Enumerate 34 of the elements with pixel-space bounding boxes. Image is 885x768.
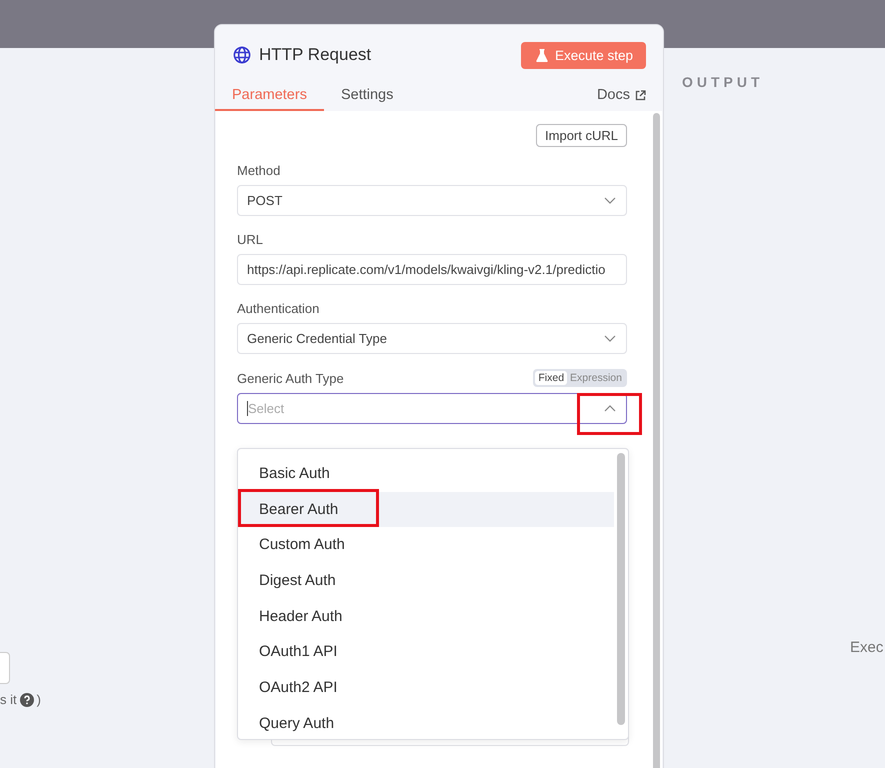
scrollbar[interactable] [653, 113, 660, 768]
field-label: Method [237, 163, 282, 178]
field-label: URL [237, 232, 264, 247]
mode-toggle[interactable]: Fixed Expression [533, 369, 627, 387]
panel-title: HTTP Request [259, 45, 372, 65]
field-label: Generic Auth Type [237, 370, 344, 386]
chevron-up-icon [604, 405, 616, 412]
dropdown-option[interactable]: Basic Auth [238, 456, 614, 492]
field-label: Authentication [237, 301, 320, 316]
hint-text: ) [36, 692, 41, 707]
external-link-icon [635, 90, 646, 100]
output-heading: OUTPUT [682, 74, 764, 90]
url-input[interactable]: https://api.replicate.com/v1/models/kwaivgi/kling-v2.1/predictio [237, 254, 627, 285]
dropdown-option[interactable]: Query Auth [238, 706, 614, 742]
help-icon[interactable] [20, 692, 34, 706]
docs-link[interactable]: Docs [596, 87, 646, 111]
mode-option[interactable]: Fixed [535, 371, 568, 385]
dropdown-option[interactable]: Digest Auth [238, 563, 614, 599]
dropdown-option[interactable]: Custom Auth [238, 527, 614, 564]
scrollbar[interactable] [617, 453, 625, 725]
tab[interactable]: Settings [324, 87, 410, 111]
chevron-down-icon [604, 335, 616, 342]
chevron-down-icon [604, 197, 616, 204]
select-field[interactable]: Generic Credential Type [237, 323, 627, 354]
select-field[interactable]: POST [237, 185, 627, 216]
dropdown-option[interactable]: OAuth2 API [238, 670, 614, 706]
execute-hint: Exec [850, 639, 884, 656]
globe-icon [233, 46, 251, 64]
dropdown-option[interactable]: OAuth1 API [238, 634, 614, 670]
dropdown-option[interactable]: Bearer Auth [238, 492, 614, 528]
dropdown-option[interactable]: Header Auth [238, 598, 614, 634]
hint-text: s it [0, 692, 17, 707]
import-curl-button[interactable]: Import cURL [536, 124, 627, 147]
flask-icon [536, 48, 548, 62]
